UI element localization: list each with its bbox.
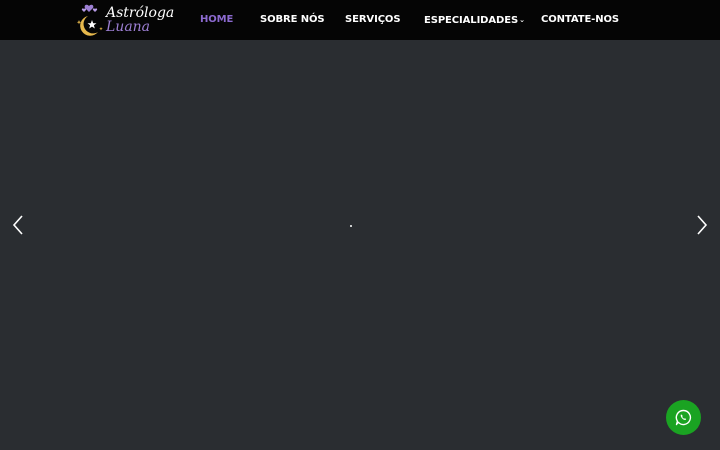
logo-text-line2: Luana [106, 19, 151, 35]
slider-loading-dot [350, 225, 352, 227]
moon-star-icon [76, 4, 103, 36]
nav-especialidades[interactable]: ESPECIALIDADES⌄ [424, 0, 525, 41]
nav-home[interactable]: HOME [200, 0, 233, 40]
hero-slider [0, 40, 720, 450]
nav-contate-nos[interactable]: CONTATE-NOS [541, 0, 619, 40]
slider-prev-button[interactable] [8, 213, 28, 237]
whatsapp-button[interactable] [666, 400, 701, 435]
chevron-down-icon: ⌄ [519, 16, 525, 24]
nav-especialidades-label: ESPECIALIDADES [424, 15, 519, 26]
logo-text-line1: Astróloga [106, 5, 175, 21]
site-header: Astróloga Luana HOME SOBRE NÓS SERVIÇOS … [0, 0, 720, 40]
slider-next-button[interactable] [692, 213, 712, 237]
whatsapp-icon [675, 409, 692, 426]
chevron-left-icon [12, 215, 23, 235]
nav-sobre-nos[interactable]: SOBRE NÓS [260, 0, 325, 40]
chevron-right-icon [697, 215, 708, 235]
site-logo[interactable]: Astróloga Luana [74, 3, 174, 37]
nav-servicos[interactable]: SERVIÇOS [345, 0, 401, 40]
